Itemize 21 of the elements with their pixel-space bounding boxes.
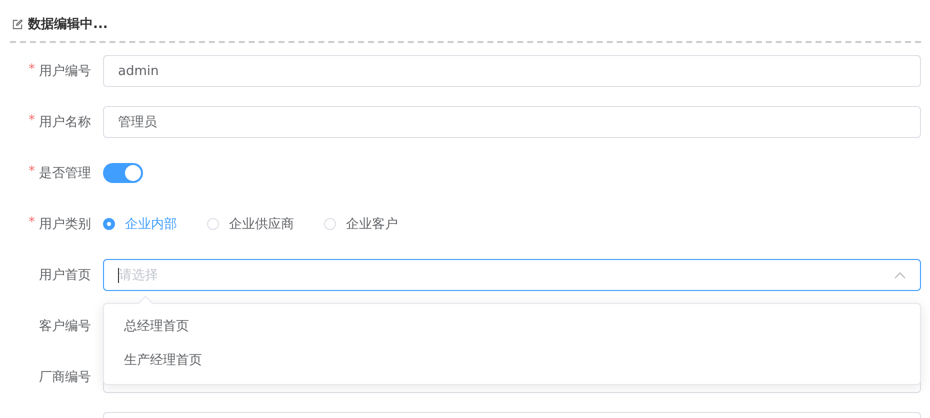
dropdown-option[interactable]: 总经理首页 (104, 310, 920, 344)
radio-option[interactable]: 企业客户 (324, 215, 398, 233)
dropdown-option[interactable]: 生产经理首页 (104, 344, 920, 378)
field-label: 用户首页 (39, 267, 91, 284)
required-mark: * (28, 164, 35, 181)
field-label: 是否管理 (39, 165, 91, 182)
radio-option[interactable]: 企业供应商 (207, 215, 294, 233)
field-label: 用户类别 (39, 216, 91, 233)
chevron-icon (894, 271, 906, 279)
required-mark: * (28, 215, 35, 232)
field-label: 用户名称 (39, 114, 91, 131)
input-field[interactable]: 管理员 (103, 106, 921, 138)
field-label: 厂商编号 (39, 369, 91, 386)
field-label: 客户编号 (39, 318, 91, 335)
toggle-switch[interactable] (103, 163, 143, 183)
field-label: 用户编号 (39, 63, 91, 80)
form-title: 数据编辑中... (28, 16, 108, 33)
required-mark: * (28, 62, 35, 79)
required-mark: * (28, 113, 35, 130)
input-field[interactable]: admin (103, 55, 921, 87)
edit-icon (12, 18, 23, 30)
